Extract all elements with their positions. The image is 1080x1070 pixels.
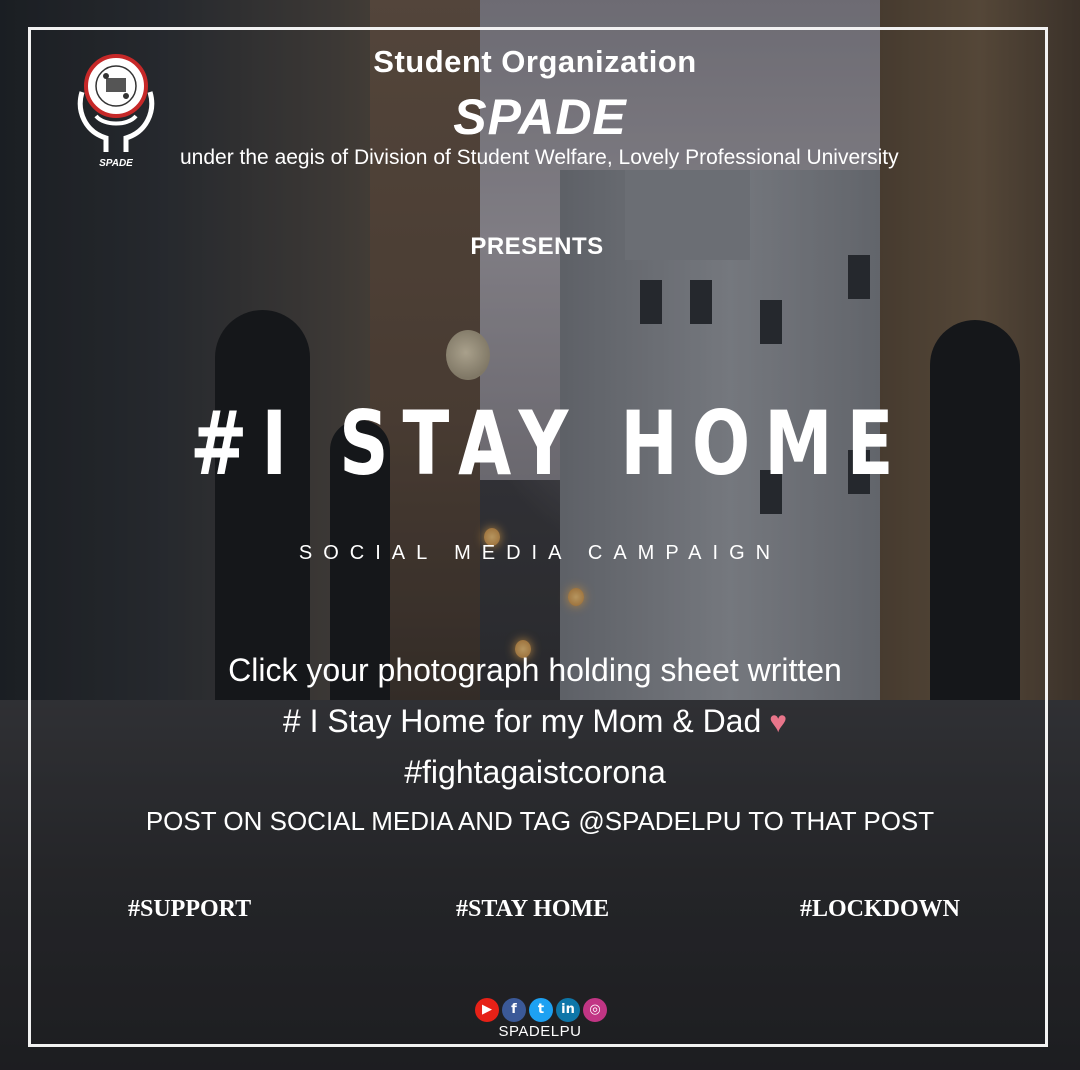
hashtag-support: #SUPPORT xyxy=(128,896,252,922)
presents-label: PRESENTS xyxy=(470,233,604,260)
heart-icon: ♥ xyxy=(769,706,788,739)
instruction-line-2: # I Stay Home for my Mom & Dad ♥ xyxy=(0,703,1070,740)
campaign-subtitle: SOCIAL MEDIA CAMPAIGN xyxy=(298,542,782,564)
hashtag-stay-home: #STAY HOME xyxy=(456,896,610,922)
campaign-title: #I STAY HOME xyxy=(190,392,908,495)
instruction-line-2-text: # I Stay Home for my Mom & Dad xyxy=(282,703,762,739)
instruction-line-3: #fightagaistcorona xyxy=(404,754,666,790)
instagram-icon[interactable]: ◎ xyxy=(583,998,607,1022)
logo-text: SPADE xyxy=(99,158,133,169)
hashtag-lockdown: #LOCKDOWN xyxy=(800,896,961,922)
twitter-icon[interactable]: t xyxy=(529,998,553,1022)
instruction-line-4: POST ON SOCIAL MEDIA AND TAG @SPADELPU T… xyxy=(145,806,935,836)
linkedin-icon[interactable]: in xyxy=(556,998,580,1022)
instruction-line-1: Click your photograph holding sheet writ… xyxy=(228,652,842,688)
social-handle: SPADELPU xyxy=(498,1023,582,1040)
poster: SPADE Student Organization SPADE under t… xyxy=(0,0,1080,1070)
youtube-icon[interactable]: ▶ xyxy=(475,998,499,1022)
organization-label: Student Organization xyxy=(373,44,697,79)
aegis-subtitle: under the aegis of Division of Student W… xyxy=(180,146,899,169)
white-frame-border xyxy=(28,27,1048,1047)
organization-name: SPADE xyxy=(453,89,627,145)
facebook-icon[interactable]: f xyxy=(502,998,526,1022)
social-icons: ▶ f t in ◎ xyxy=(475,998,607,1024)
